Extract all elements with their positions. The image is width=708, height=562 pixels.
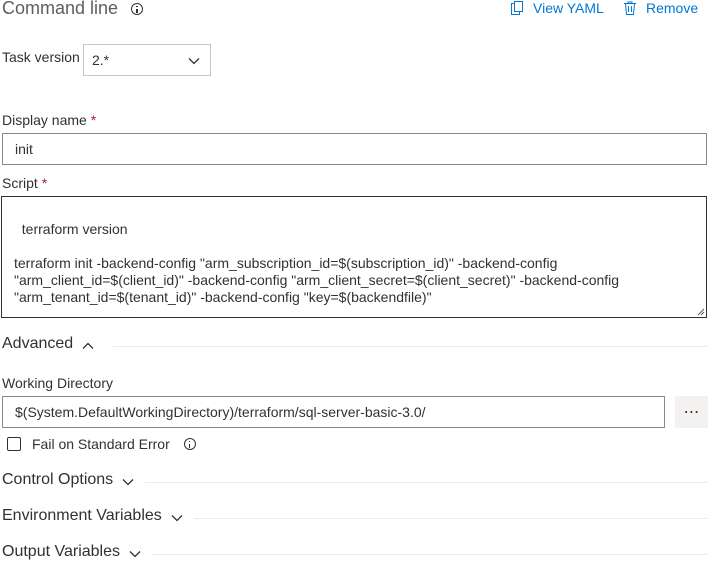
more-icon: ⋯ [683, 404, 700, 421]
task-version-dropdown[interactable]: 2.* [83, 44, 211, 76]
info-icon[interactable] [131, 3, 144, 15]
working-directory-input[interactable]: $(System.DefaultWorkingDirectory)/terraf… [2, 396, 665, 428]
script-label: Script * [2, 175, 47, 191]
working-directory-label: Working Directory [2, 375, 113, 391]
output-variables-toggle[interactable]: Output Variables [2, 542, 708, 562]
task-title: Command line [2, 0, 119, 18]
script-label-text: Script [2, 175, 38, 191]
chevron-down-icon [129, 551, 141, 558]
section-divider [113, 345, 708, 347]
section-divider [152, 553, 708, 555]
fail-on-stderr-label: Fail on Standard Error [32, 436, 170, 452]
output-variables-label: Output Variables [2, 543, 120, 560]
advanced-label: Advanced [2, 335, 74, 352]
chevron-down-icon [171, 515, 183, 522]
remove-button[interactable]: Remove [622, 0, 698, 16]
view-yaml-button[interactable]: View YAML [509, 0, 604, 16]
script-textarea[interactable]: terraform version terraform init -backen… [1, 196, 707, 318]
view-yaml-label: View YAML [533, 0, 604, 16]
required-mark: * [90, 112, 97, 128]
environment-variables-label: Environment Variables [2, 507, 162, 524]
clipboard-icon [511, 1, 523, 15]
environment-variables-toggle[interactable]: Environment Variables [2, 506, 708, 526]
section-divider [145, 481, 708, 483]
resize-grip-icon[interactable] [697, 308, 705, 316]
control-options-toggle[interactable]: Control Options [2, 470, 708, 490]
trash-icon [624, 1, 636, 15]
display-name-input[interactable]: init [2, 133, 707, 165]
section-divider [193, 517, 708, 519]
browse-button[interactable]: ⋯ [675, 396, 708, 428]
display-name-value: init [15, 141, 33, 157]
fail-on-stderr-row: Fail on Standard Error [7, 436, 196, 452]
required-mark: * [41, 175, 48, 191]
control-options-label: Control Options [2, 471, 114, 488]
fail-on-stderr-checkbox[interactable] [7, 437, 21, 451]
advanced-section-toggle[interactable]: Advanced [2, 334, 708, 354]
chevron-down-icon [122, 479, 134, 486]
script-value: terraform version terraform init -backen… [14, 221, 620, 305]
working-directory-value: $(System.DefaultWorkingDirectory)/terraf… [15, 404, 426, 420]
info-icon[interactable] [183, 438, 196, 450]
page-title: Command line [2, 0, 144, 20]
display-name-label: Display name * [2, 112, 96, 128]
display-name-label-text: Display name [2, 112, 87, 128]
remove-label: Remove [646, 0, 699, 16]
chevron-down-icon [188, 58, 200, 65]
chevron-up-icon [82, 342, 94, 349]
task-version-label: Task version [2, 49, 80, 65]
task-version-value: 2.* [92, 52, 110, 68]
